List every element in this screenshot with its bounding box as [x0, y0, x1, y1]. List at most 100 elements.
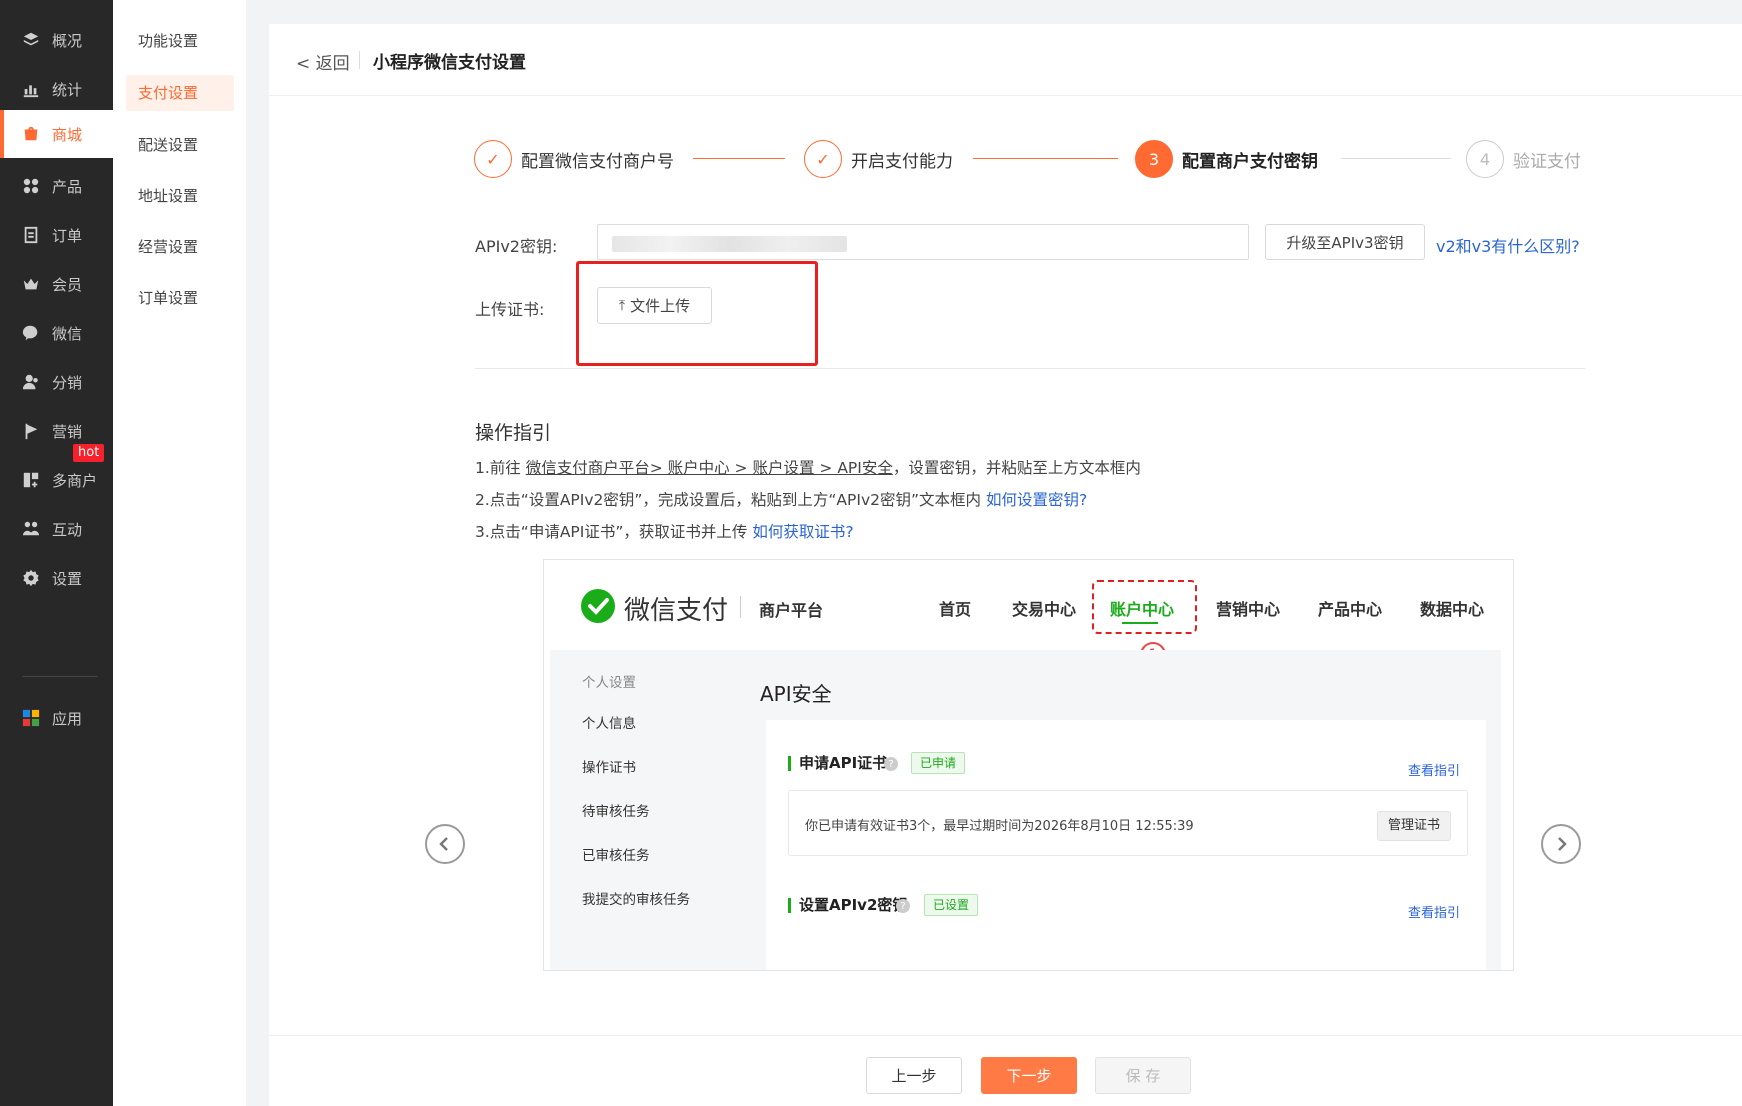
nav-active-underline — [1122, 622, 1158, 624]
sidebar-item-overview[interactable]: 概况 — [0, 14, 113, 66]
header-separator — [359, 51, 360, 69]
submenu-item-address-settings[interactable]: 地址设置 — [126, 178, 234, 214]
sidebar-item-label: 多商户 — [52, 471, 98, 490]
sidebar-item-shop[interactable]: 商城 — [0, 110, 113, 158]
cert-info-text: 你已申请有效证书3个，最早过期时间为2026年8月10日 12:55:39 — [805, 819, 1194, 834]
sidebar-item-multi-merchant[interactable]: 多商户 — [0, 454, 113, 506]
how-get-cert-link[interactable]: 如何获取证书? — [752, 523, 853, 541]
settings-submenu: 功能设置 支付设置 配送设置 地址设置 经营设置 订单设置 — [113, 0, 246, 1106]
view-guide-link: 查看指引 — [1408, 906, 1461, 921]
submenu-item-payment-settings[interactable]: 支付设置 — [126, 75, 234, 111]
help-icon: ? — [896, 899, 910, 913]
wx-nav-trade: 交易中心 — [1012, 600, 1077, 619]
submenu-item-order-settings[interactable]: 订单设置 — [126, 280, 234, 316]
sidebar-item-interaction[interactable]: 互动 — [0, 503, 113, 555]
step-4: 4 验证支付 — [1466, 139, 1581, 179]
guide-text: 3.点击“申请API证书”，获取证书并上传 — [475, 523, 753, 541]
sidebar-item-label: 微信 — [52, 324, 83, 343]
step-number: 4 — [1466, 140, 1504, 178]
users-icon — [22, 373, 40, 391]
step-connector — [973, 158, 1118, 159]
wx-side-item: 我提交的审核任务 — [582, 892, 690, 908]
prev-step-button[interactable]: 上一步 — [866, 1057, 962, 1094]
page-title: 小程序微信支付设置 — [373, 53, 526, 73]
sidebar-item-label: 概况 — [52, 31, 83, 50]
save-button[interactable]: 保 存 — [1095, 1057, 1191, 1094]
back-link[interactable]: < 返回 — [296, 49, 350, 74]
highlight-box — [576, 261, 818, 366]
wechat-pay-body: 个人设置 个人信息 操作证书 待审核任务 已审核任务 我提交的审核任务 API安… — [550, 650, 1501, 970]
apps-icon — [22, 709, 40, 727]
sidebar-item-label: 会员 — [52, 275, 83, 294]
sidebar-item-label: 营销 — [52, 422, 83, 441]
stats-icon — [22, 80, 40, 98]
section-divider — [475, 368, 1585, 369]
step-number: 3 — [1135, 140, 1173, 178]
step-3: 3 配置商户支付密钥 — [1135, 139, 1318, 179]
apply-cert-title: 申请API证书 — [788, 756, 887, 771]
sidebar-item-label: 商城 — [52, 125, 83, 144]
wx-nav-marketing: 营销中心 — [1216, 600, 1281, 619]
api-security-card: 申请API证书 ? 已申请 查看指引 你已申请有效证书3个，最早过期时间为202… — [766, 720, 1486, 970]
merchant-platform-link[interactable]: 微信支付商户平台> 账户中心 > 账户设置 > API安全 — [526, 459, 893, 477]
submenu-item-delivery-settings[interactable]: 配送设置 — [126, 127, 234, 163]
merchant-platform-label: 商户平台 — [759, 601, 824, 620]
carousel-next-button[interactable] — [1541, 824, 1581, 864]
step-connector — [1341, 158, 1451, 159]
sidebar-item-orders[interactable]: 订单 — [0, 209, 113, 261]
wx-side-item: 操作证书 — [582, 760, 636, 776]
manage-cert-button: 管理证书 — [1376, 811, 1451, 841]
carousel-prev-button[interactable] — [425, 824, 465, 864]
sidebar-item-members[interactable]: 会员 — [0, 258, 113, 310]
sidebar-item-label: 订单 — [52, 226, 83, 245]
wechat-pay-logo-icon — [581, 589, 615, 623]
api-key-label: APIv2密钥: — [475, 237, 558, 256]
shop-icon — [22, 125, 40, 143]
view-guide-link: 查看指引 — [1408, 764, 1461, 779]
masked-key-value — [612, 236, 847, 252]
step-label: 配置商户支付密钥 — [1182, 151, 1318, 172]
chevron-left-icon — [439, 837, 448, 851]
store-add-icon — [22, 471, 40, 489]
page-footer: 上一步 下一步 保 存 — [269, 1035, 1742, 1106]
how-set-key-link[interactable]: 如何设置密钥? — [986, 491, 1087, 509]
sidebar-item-label: 分销 — [52, 373, 83, 392]
step-label: 验证支付 — [1513, 151, 1581, 172]
interact-icon — [22, 520, 40, 538]
cert-info-box: 你已申请有效证书3个，最早过期时间为2026年8月10日 12:55:39 管理… — [788, 790, 1468, 856]
upgrade-v3-button[interactable]: 升级至APIv3密钥 — [1265, 224, 1425, 260]
grid-icon — [22, 177, 40, 195]
sidebar-item-products[interactable]: 产品 — [0, 160, 113, 212]
sidebar-item-distribution[interactable]: 分销 — [0, 356, 113, 408]
guide-step-3: 3.点击“申请API证书”，获取证书并上传 如何获取证书? — [475, 520, 854, 542]
layers-icon — [22, 31, 40, 49]
sidebar-item-label: 产品 — [52, 177, 83, 196]
guide-carousel: 微信支付 商户平台 首页 交易中心 账户中心 营销中心 产品中心 数据中心 1 … — [543, 559, 1514, 971]
api-key-input[interactable] — [597, 224, 1249, 260]
wechat-pay-brand: 微信支付 — [624, 596, 729, 626]
sidebar-item-apps[interactable]: 应用 — [0, 692, 113, 744]
flag-icon — [22, 422, 40, 440]
wx-nav-data: 数据中心 — [1420, 600, 1485, 619]
wechat-icon — [22, 324, 40, 342]
submenu-item-function-settings[interactable]: 功能设置 — [126, 23, 234, 59]
next-step-button[interactable]: 下一步 — [981, 1057, 1077, 1094]
wx-side-item: 已审核任务 — [582, 848, 650, 864]
brand-separator — [740, 596, 741, 618]
gear-icon — [22, 569, 40, 587]
guide-step-2: 2.点击“设置APIv2密钥”，完成设置后，粘贴到上方“APIv2密钥”文本框内… — [475, 488, 1087, 510]
guide-text: 2.点击“设置APIv2密钥”，完成设置后，粘贴到上方“APIv2密钥”文本框内 — [475, 491, 986, 509]
submenu-item-business-settings[interactable]: 经营设置 — [126, 229, 234, 265]
guide-step-1: 1.前往 微信支付商户平台> 账户中心 > 账户设置 > API安全，设置密钥，… — [475, 456, 1141, 478]
dashed-highlight — [1092, 580, 1197, 634]
sidebar-item-settings[interactable]: 设置 — [0, 552, 113, 604]
v2-v3-diff-link[interactable]: v2和v3有什么区别? — [1436, 233, 1580, 257]
step-1: ✓ 配置微信支付商户号 — [474, 139, 674, 179]
sidebar-item-stats[interactable]: 统计 — [0, 63, 113, 115]
step-connector — [693, 158, 785, 159]
step-2: ✓ 开启支付能力 — [804, 139, 953, 179]
sidebar-item-wechat[interactable]: 微信 — [0, 307, 113, 359]
step-label: 配置微信支付商户号 — [521, 151, 674, 172]
sidebar-item-label: 互动 — [52, 520, 83, 539]
status-badge: 已设置 — [924, 894, 979, 916]
